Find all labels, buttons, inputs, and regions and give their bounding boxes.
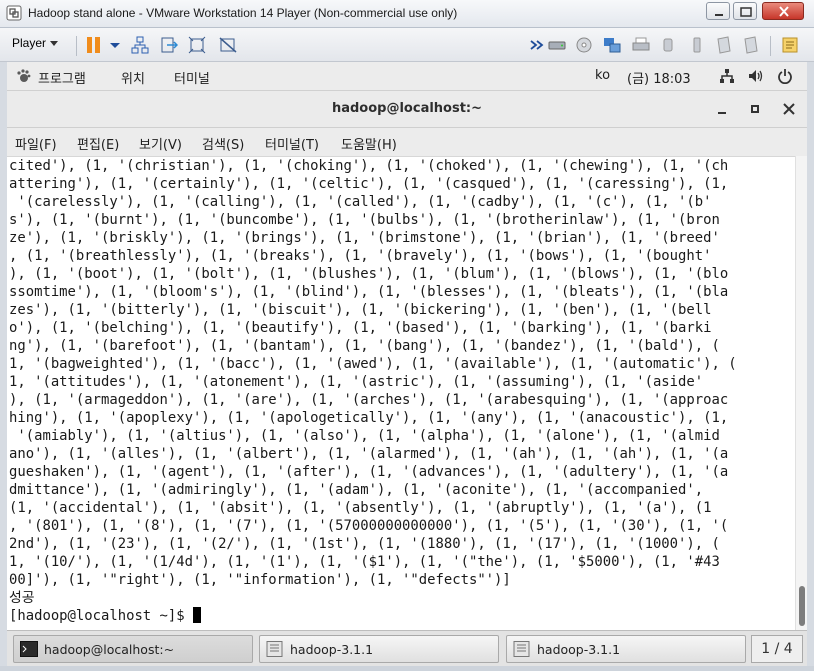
window-frame-left: [0, 62, 7, 666]
toolbar-divider: [770, 36, 771, 56]
hard-disk-icon[interactable]: [548, 36, 566, 54]
usb-icon[interactable]: [688, 36, 706, 54]
terminal-line: , (1, '(breathlessly'), (1, '(breaks'), …: [9, 248, 712, 264]
close-icon[interactable]: [762, 2, 804, 20]
terminal-line: (1, '(accidental'), (1, '(absit'), (1, '…: [9, 500, 712, 516]
close-icon[interactable]: [781, 101, 797, 117]
chevron-down-icon: [50, 41, 59, 47]
text-cursor: [192, 607, 201, 623]
terminal-app-menu[interactable]: 터미널: [174, 68, 210, 87]
minimize-icon[interactable]: [706, 2, 730, 20]
minimize-icon[interactable]: [714, 101, 730, 117]
input-method-indicator[interactable]: ko: [595, 68, 610, 83]
terminal-header-bar: hadoop@localhost:~: [7, 91, 807, 128]
pause-icon[interactable]: [85, 36, 103, 54]
terminal-line: ), (1, '(armageddon'), (1, '(are'), (1, …: [9, 392, 729, 408]
message-log-icon[interactable]: [781, 36, 799, 54]
menu-help[interactable]: 도움말(H): [341, 134, 397, 153]
terminal-line: 00]'), (1, '"right'), (1, '"information'…: [9, 572, 511, 588]
places-menu[interactable]: 위치: [121, 68, 145, 87]
dropdown-caret-icon[interactable]: [106, 36, 124, 54]
menu-edit[interactable]: 편집(E): [77, 134, 119, 153]
terminal-prompt-line: [hadoop@localhost ~]$: [9, 607, 201, 625]
terminal-line: ze'), (1, '(briskly'), (1, '(brings'), (…: [9, 230, 720, 246]
terminal-line: ), (1, '(boot'), (1, '(bolt'), (1, '(blu…: [9, 266, 729, 282]
taskbar-item-folder[interactable]: hadoop-3.1.1: [259, 635, 499, 663]
terminal-line: '(amiably'), (1, '(altius'), (1, '(also'…: [9, 428, 720, 444]
unity-icon[interactable]: [219, 36, 237, 54]
terminal-line: ano'), (1, '(alles'), (1, '(albert'), (1…: [9, 446, 729, 462]
terminal-line: attering'), (1, '(certainly'), (1, '(cel…: [9, 176, 729, 192]
terminal-line: zes'), (1, '(bitterly'), (1, '(biscuit')…: [9, 302, 712, 318]
terminal-line: , '(801'), (1, '(8'), (1, '(7'), (1, '(5…: [9, 518, 729, 534]
terminal-scrollbar[interactable]: [795, 156, 807, 630]
scrollbar-thumb[interactable]: [799, 586, 805, 626]
taskbar-item-label: hadoop-3.1.1: [290, 642, 374, 657]
applications-menu[interactable]: 프로그램: [38, 68, 86, 87]
window-frame-bottom: [0, 666, 814, 671]
display-icon[interactable]: [742, 36, 760, 54]
terminal-line: 1, '(attitudes'), (1, '(atonement'), (1,…: [9, 374, 704, 390]
network-status-icon[interactable]: [719, 68, 735, 84]
network-adapter-icon[interactable]: [603, 36, 621, 54]
menu-view[interactable]: 보기(V): [139, 134, 182, 153]
menu-terminal[interactable]: 터미널(T): [265, 134, 319, 153]
terminal-line: 1, '(bagweighted'), (1, '(bacc'), (1, '(…: [9, 356, 737, 372]
maximize-icon[interactable]: [747, 101, 763, 117]
menu-search[interactable]: 검색(S): [202, 134, 244, 153]
floppy-icon[interactable]: [715, 36, 733, 54]
cd-icon[interactable]: [575, 36, 593, 54]
window-list-taskbar: hadoop@localhost:~ hadoop-3.1.1 hadoop-3…: [7, 630, 807, 666]
network-icon[interactable]: [131, 36, 149, 54]
printer-icon[interactable]: [632, 36, 650, 54]
terminal-line: ng'), (1, '(barefoot'), (1, '(bantam'), …: [9, 338, 720, 354]
workspace-switcher[interactable]: 1 / 4: [751, 635, 803, 663]
terminal-line: hing'), (1, '(apoplexy'), (1, '(apologet…: [9, 410, 729, 426]
gnome-foot-icon: [15, 68, 31, 84]
terminal-line: ssomtime'), (1, '(bloom's'), (1, '(blind…: [9, 284, 729, 300]
vm-window-title: Hadoop stand alone - VMware Workstation …: [28, 6, 458, 20]
vm-title-bar: Hadoop stand alone - VMware Workstation …: [0, 0, 814, 28]
terminal-line: dmittance'), (1, '(admiringly'), (1, '(a…: [9, 482, 704, 498]
sound-icon[interactable]: [659, 36, 677, 54]
terminal-line: '(carelessly'), (1, '(calling'), (1, '(c…: [9, 194, 712, 210]
terminal-menubar: 파일(F) 편집(E) 보기(V) 검색(S) 터미널(T) 도움말(H): [7, 128, 807, 156]
terminal-line: cited'), (1, '(christian'), (1, '(chokin…: [9, 158, 729, 174]
menu-file[interactable]: 파일(F): [15, 134, 57, 153]
taskbar-item-terminal[interactable]: hadoop@localhost:~: [13, 635, 253, 663]
vmware-app-icon: [6, 5, 22, 21]
terminal-output[interactable]: cited'), (1, '(christian'), (1, '(chokin…: [7, 156, 795, 630]
more-icon[interactable]: [528, 36, 546, 54]
send-ctrl-alt-del-icon[interactable]: [160, 36, 179, 54]
file-manager-icon: [513, 641, 531, 657]
terminal-line: 성공: [9, 590, 35, 606]
terminal-title: hadoop@localhost:~: [331, 101, 483, 116]
restore-icon[interactable]: [733, 2, 757, 20]
terminal-line: o'), (1, '(belching'), (1, '(beautify'),…: [9, 320, 712, 336]
vm-toolbar: Player: [0, 28, 814, 62]
terminal-line: gueshaken'), (1, '(agent'), (1, '(after'…: [9, 464, 729, 480]
terminal-line: 1, '(10/'), (1, '(1/4d'), (1, '(1'), (1,…: [9, 554, 720, 570]
player-menu-label: Player: [12, 36, 47, 50]
player-menu-button[interactable]: Player: [12, 36, 59, 54]
window-frame-right: [807, 62, 814, 666]
power-icon[interactable]: [777, 68, 793, 85]
taskbar-item-folder[interactable]: hadoop-3.1.1: [506, 635, 746, 663]
toolbar-divider: [76, 36, 77, 56]
gnome-top-bar: 프로그램 위치 터미널 ko (금) 18:03: [7, 62, 807, 91]
terminal-icon: [20, 641, 38, 657]
clock[interactable]: (금) 18:03: [627, 68, 691, 87]
terminal-line: 2nd'), (1, '(23'), (1, '(2/'), (1, '(1st…: [9, 536, 720, 552]
terminal-line: s'), (1, '(burnt'), (1, '(buncombe'), (1…: [9, 212, 720, 228]
volume-icon[interactable]: [747, 68, 763, 84]
file-manager-icon: [266, 641, 284, 657]
fullscreen-icon[interactable]: [188, 36, 206, 54]
taskbar-item-label: hadoop@localhost:~: [44, 642, 175, 657]
taskbar-item-label: hadoop-3.1.1: [537, 642, 621, 657]
terminal-prompt: [hadoop@localhost ~]$: [9, 608, 193, 624]
